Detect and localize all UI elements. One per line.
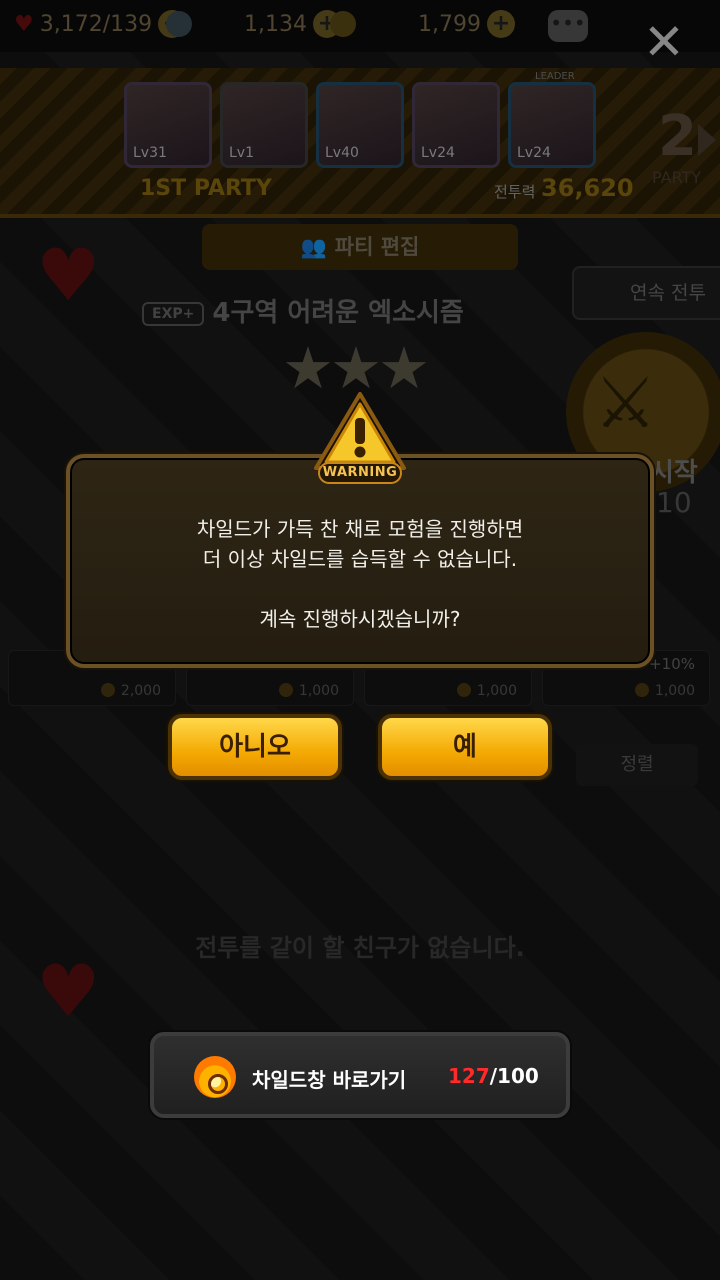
warning-line: 더 이상 차일드를 습득할 수 없습니다. <box>202 547 518 571</box>
flame-icon <box>194 1056 236 1098</box>
child-count-current: 127 <box>448 1064 490 1088</box>
warning-label: WARNING <box>318 462 402 484</box>
child-count-max: /100 <box>489 1064 539 1088</box>
yes-button[interactable]: 예 <box>378 714 552 780</box>
warning-line: 차일드가 가득 찬 채로 모험을 진행하면 <box>196 517 524 541</box>
child-storage-shortcut[interactable]: 차일드창 바로가기 127/100 <box>150 1032 570 1118</box>
no-button[interactable]: 아니오 <box>168 714 342 780</box>
warning-message: 차일드가 가득 찬 채로 모험을 진행하면 더 이상 차일드를 습득할 수 없습… <box>70 514 650 634</box>
warning-dialog: 차일드가 가득 찬 채로 모험을 진행하면 더 이상 차일드를 습득할 수 없습… <box>66 454 654 668</box>
warning-question: 계속 진행하시겠습니까? <box>259 607 461 631</box>
child-shortcut-label: 차일드창 바로가기 <box>252 1068 407 1092</box>
child-count: 127/100 <box>448 1064 539 1088</box>
